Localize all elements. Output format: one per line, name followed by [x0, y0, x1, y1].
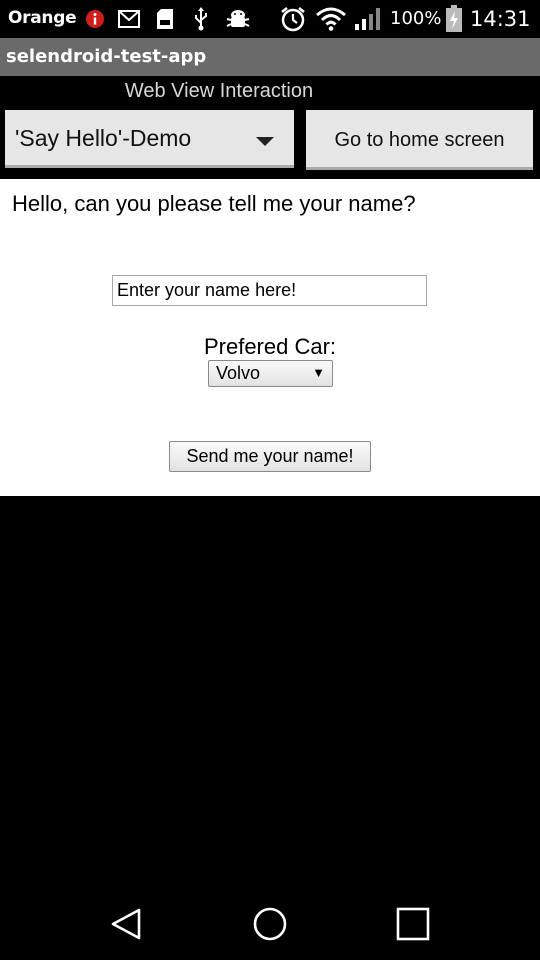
navigation-bar — [0, 886, 540, 960]
gmail-icon — [117, 6, 141, 32]
spinner-selected-value: 'Say Hello'-Demo — [15, 125, 192, 151]
status-bar: Orange 100% 14:31 — [0, 0, 540, 38]
name-input[interactable] — [112, 275, 427, 306]
go-to-home-screen-button[interactable]: Go to home screen — [306, 110, 533, 170]
activity-label: Web View Interaction — [124, 80, 314, 102]
car-select-value: Volvo — [216, 363, 261, 383]
car-select[interactable]: Volvo ▼ — [208, 360, 333, 387]
alert-icon — [84, 6, 106, 32]
back-icon[interactable] — [106, 904, 146, 944]
demo-spinner[interactable]: 'Say Hello'-Demo — [5, 110, 294, 168]
sd-card-icon — [154, 6, 176, 32]
wifi-icon — [314, 6, 348, 32]
recents-icon[interactable] — [393, 904, 433, 944]
select-arrow-icon: ▼ — [312, 365, 325, 380]
carrier-name: Orange — [8, 8, 77, 28]
battery-percent: 100% — [390, 8, 442, 29]
signal-icon — [352, 6, 384, 32]
usb-icon — [190, 6, 212, 32]
home-icon[interactable] — [250, 904, 290, 944]
clock: 14:31 — [470, 7, 531, 31]
app-title: selendroid-test-app — [6, 46, 207, 67]
preferred-car-label: Prefered Car: — [203, 334, 337, 359]
send-name-button[interactable]: Send me your name! — [169, 441, 371, 472]
greeting-question: Hello, can you please tell me your name? — [12, 191, 416, 216]
battery-charging-icon — [443, 5, 465, 32]
webview: Hello, can you please tell me your name?… — [0, 179, 540, 496]
dropdown-arrow-icon — [256, 137, 274, 146]
alarm-icon — [278, 6, 308, 32]
android-debug-icon — [224, 6, 252, 32]
app-title-bar: selendroid-test-app — [0, 38, 540, 76]
